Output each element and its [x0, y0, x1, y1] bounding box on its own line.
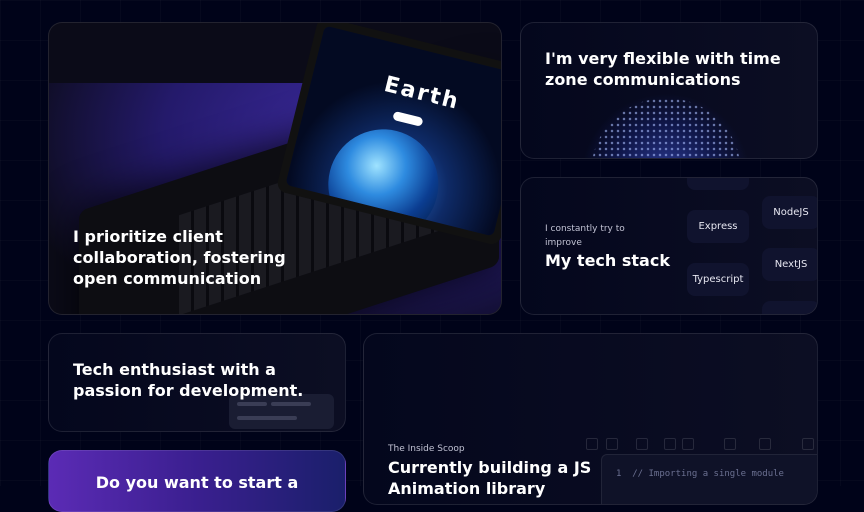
card-collaboration-title: I prioritize client collaboration, foste…	[73, 227, 286, 288]
card-cta-title: Do you want to start a	[95, 473, 299, 492]
card-tech-stack-subtitle: I constantly try to improve	[545, 224, 625, 249]
stack-pill-nextjs: NextJS	[762, 248, 817, 281]
card-collaboration: Earth I prioritize client collaboration,…	[48, 22, 502, 315]
card-timezone-title: I'm very flexible with time zone communi…	[545, 49, 781, 89]
laptop-screen-title: Earth	[381, 72, 463, 115]
card-enthusiast: Tech enthusiast with a passion for devel…	[48, 333, 346, 432]
card-enthusiast-title: Tech enthusiast with a passion for devel…	[73, 360, 304, 400]
card-cta: Do you want to start a	[48, 450, 346, 512]
globe-dots	[591, 98, 741, 158]
stack-pill-nodejs: NodeJS	[762, 196, 817, 229]
card-building-subtitle: The Inside Scoop	[388, 444, 465, 454]
laptop-screen-button	[392, 110, 424, 127]
card-building: 1 // Importing a single module The Insid…	[363, 333, 818, 505]
code-snippet: 1 // Importing a single module	[601, 454, 817, 504]
stack-pill-express: Express	[687, 210, 749, 243]
stack-pill-top-partial	[687, 178, 749, 190]
stack-pill-bottom-partial	[762, 301, 817, 314]
card-tech-stack: I constantly try to improve My tech stac…	[520, 177, 818, 315]
stack-pill-typescript: Typescript	[687, 263, 749, 296]
code-line: 1 // Importing a single module	[616, 469, 784, 479]
card-building-title: Currently building a JS Animation librar…	[388, 458, 592, 498]
card-timezone: I'm very flexible with time zone communi…	[520, 22, 818, 159]
card-tech-stack-title: My tech stack	[545, 251, 670, 270]
